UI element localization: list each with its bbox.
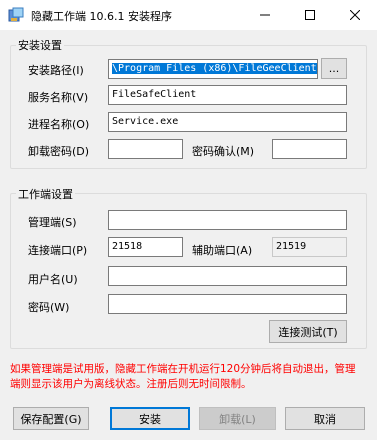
username-field[interactable] xyxy=(108,266,347,286)
install-path-field[interactable]: \Program Files (x86)\FileGeeClient xyxy=(108,59,318,79)
close-icon xyxy=(349,10,360,20)
window-title: 隐藏工作端 10.6.1 安装程序 xyxy=(31,10,172,23)
service-name-field[interactable]: FileSafeClient xyxy=(108,85,347,105)
aux-port-field: 21519 xyxy=(272,237,347,257)
work-settings-title: 工作端设置 xyxy=(16,186,75,202)
maximize-button[interactable] xyxy=(287,0,332,30)
manager-label: 管理端(S) xyxy=(28,216,77,229)
save-config-button[interactable]: 保存配置(G) xyxy=(13,407,89,430)
uninstall-button: 卸载(L) xyxy=(199,407,276,430)
installer-icon xyxy=(8,7,24,22)
install-settings-title: 安装设置 xyxy=(16,37,64,53)
cancel-button[interactable]: 取消 xyxy=(285,407,365,430)
aux-port-label: 辅助端口(A) xyxy=(192,244,253,257)
password-label: 密码(W) xyxy=(28,301,70,314)
minimize-button[interactable] xyxy=(242,0,287,30)
browse-button[interactable]: ... xyxy=(321,58,347,79)
password-field[interactable] xyxy=(108,294,347,314)
process-name-label: 进程名称(O) xyxy=(28,118,90,131)
manager-field[interactable] xyxy=(108,210,347,230)
connection-port-label: 连接端口(P) xyxy=(28,244,88,257)
title-bar: 隐藏工作端 10.6.1 安装程序 xyxy=(0,0,377,30)
service-name-label: 服务名称(V) xyxy=(28,91,89,104)
connection-port-field[interactable]: 21518 xyxy=(108,237,183,257)
install-path-label: 安装路径(I) xyxy=(28,64,84,77)
confirm-password-label: 密码确认(M) xyxy=(192,145,255,158)
install-button[interactable]: 安装 xyxy=(110,407,190,430)
confirm-password-field[interactable] xyxy=(272,139,347,159)
username-label: 用户名(U) xyxy=(28,273,78,286)
connection-test-button[interactable]: 连接测试(T) xyxy=(269,320,347,343)
uninstall-password-field[interactable] xyxy=(108,139,183,159)
process-name-field[interactable]: Service.exe xyxy=(108,112,347,132)
trial-warning-text: 如果管理端是试用版，隐藏工作端在开机运行120分钟后将自动退出，管理端则显示该用… xyxy=(10,363,356,390)
uninstall-password-label: 卸载密码(D) xyxy=(28,145,90,158)
minimize-icon xyxy=(259,14,270,16)
install-path-value: \Program Files (x86)\FileGeeClient xyxy=(112,63,317,74)
maximize-icon xyxy=(304,10,315,20)
close-button[interactable] xyxy=(332,0,377,30)
